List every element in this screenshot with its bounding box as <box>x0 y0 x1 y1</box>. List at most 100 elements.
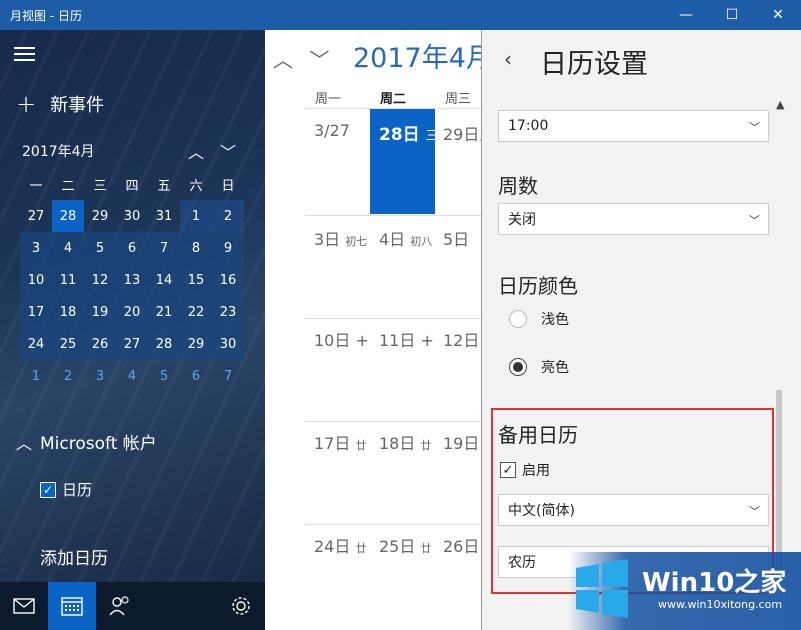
date-cell[interactable]: 24日 廿 <box>314 533 366 557</box>
mini-calendar-day[interactable]: 27 <box>20 200 52 232</box>
mini-calendar-day[interactable]: 27 <box>116 328 148 360</box>
week-numbers-select[interactable]: 关闭 ﹀ <box>498 203 769 235</box>
mini-calendar-day[interactable]: 31 <box>148 200 180 232</box>
people-icon[interactable] <box>96 582 144 630</box>
mini-calendar-day[interactable]: 25 <box>52 328 84 360</box>
mini-calendar-day[interactable]: 16 <box>212 264 244 296</box>
date-cell[interactable]: 17日 廿 <box>314 430 366 454</box>
mini-calendar-day[interactable]: 21 <box>148 296 180 328</box>
mini-calendar-week: 27 28 29 30 31 1 2 <box>20 200 244 232</box>
checkbox-checked-icon[interactable]: ✓ <box>40 481 56 498</box>
mini-calendar-day[interactable]: 7 <box>148 232 180 264</box>
mini-calendar-week: 1 2 3 4 5 6 7 <box>20 360 244 392</box>
mini-calendar-day[interactable]: 26 <box>84 328 116 360</box>
mini-calendar-day[interactable]: 4 <box>52 232 84 264</box>
chevron-down-icon[interactable]: ﹀ <box>309 48 329 72</box>
weekday-label: 一 <box>29 178 43 194</box>
maximize-button[interactable]: ☐ <box>709 0 755 30</box>
checkbox-checked-icon[interactable]: ✓ <box>500 462 516 478</box>
gear-icon[interactable] <box>217 582 265 630</box>
mini-calendar-day[interactable]: 13 <box>116 264 148 296</box>
chevron-down-icon[interactable]: ﹀ <box>220 139 236 163</box>
mini-calendar-day[interactable]: 2 <box>52 360 84 392</box>
date-cell[interactable]: 3日 初七 <box>314 226 367 250</box>
mini-calendar-day[interactable]: 20 <box>116 296 148 328</box>
color-bright-radio[interactable]: 亮色 <box>509 357 569 377</box>
date-cell[interactable]: 5日 <box>443 226 469 250</box>
mini-calendar-day[interactable]: 22 <box>180 296 212 328</box>
color-light-radio[interactable]: 浅色 <box>509 309 569 329</box>
mini-calendar-day[interactable]: 23 <box>212 296 244 328</box>
mini-calendar-day[interactable]: 3 <box>20 232 52 264</box>
week-numbers-label: 周数 <box>498 174 538 198</box>
mini-calendar-week: 3 4 5 6 7 8 9 <box>20 232 244 264</box>
hamburger-menu-icon[interactable] <box>14 47 35 65</box>
mini-calendar-day[interactable]: 9 <box>212 232 244 264</box>
radio-label: 浅色 <box>541 312 569 328</box>
date-cell[interactable]: 11日 + <box>379 327 434 351</box>
mini-calendar-month-title[interactable]: 2017年4月 <box>22 141 95 161</box>
back-arrow-icon[interactable]: ‹ <box>504 47 512 71</box>
mini-calendar-day[interactable]: 7 <box>212 360 244 392</box>
alternate-language-select[interactable]: 中文(简体) ﹀ <box>498 494 769 526</box>
calendar-checkbox-item[interactable]: ✓ 日历 <box>40 479 92 500</box>
mini-calendar-weekdays: 一 二 三 四 五 六 日 <box>20 168 244 200</box>
chevron-down-icon: ﹀ <box>749 214 760 227</box>
enable-checkbox-item[interactable]: ✓ 启用 <box>500 460 550 480</box>
calendar-icon[interactable] <box>48 582 96 630</box>
new-event-button[interactable]: + 新事件 <box>16 90 104 118</box>
mini-calendar-day[interactable]: 5 <box>84 232 116 264</box>
date-cell[interactable]: 4日 初八 <box>379 226 432 250</box>
add-calendar-link[interactable]: 添加日历 <box>40 544 108 569</box>
chevron-up-icon: ︿ <box>16 433 33 453</box>
scroll-up-arrow-icon[interactable]: ▲ <box>776 98 784 111</box>
mini-calendar-day[interactable]: 15 <box>180 264 212 296</box>
minimize-button[interactable]: — <box>663 0 709 30</box>
settings-title: 日历设置 <box>540 49 648 80</box>
date-cell[interactable]: 3/27 <box>314 121 350 140</box>
mini-calendar-day[interactable]: 5 <box>148 360 180 392</box>
date-cell[interactable]: 29日三 <box>443 121 481 145</box>
mini-calendar-day[interactable]: 19 <box>84 296 116 328</box>
account-group-toggle[interactable]: ︿ Microsoft 帐户 <box>16 429 157 455</box>
new-event-label: 新事件 <box>50 95 105 116</box>
mini-calendar-day[interactable]: 8 <box>180 232 212 264</box>
date-cell[interactable]: 25日 廿 <box>379 533 431 557</box>
weekday-label: 三 <box>93 178 107 194</box>
mini-calendar-day[interactable]: 6 <box>180 360 212 392</box>
weekday-label: 六 <box>189 178 203 194</box>
chevron-up-icon[interactable]: ︿ <box>188 139 204 163</box>
mini-calendar-day[interactable]: 11 <box>52 264 84 296</box>
mini-calendar-day[interactable]: 18 <box>52 296 84 328</box>
calendar-item-label: 日历 <box>62 481 93 499</box>
mini-calendar-day[interactable]: 29 <box>180 328 212 360</box>
mini-calendar-day[interactable]: 29 <box>84 200 116 232</box>
date-cell[interactable]: 19日 <box>443 430 479 454</box>
mini-calendar-day[interactable]: 28 <box>148 328 180 360</box>
mini-calendar-day[interactable]: 24 <box>20 328 52 360</box>
mini-calendar-day[interactable]: 14 <box>148 264 180 296</box>
mini-calendar-day[interactable]: 1 <box>20 360 52 392</box>
mini-calendar-day-today[interactable]: 28 <box>52 200 84 232</box>
watermark: Win10之家 www.win10xitong.com <box>568 552 801 630</box>
mini-calendar-day[interactable]: 30 <box>212 328 244 360</box>
mini-calendar-day[interactable]: 3 <box>84 360 116 392</box>
mini-calendar-day[interactable]: 12 <box>84 264 116 296</box>
mini-calendar-day[interactable]: 2 <box>212 200 244 232</box>
chevron-up-icon[interactable]: ︿ <box>273 48 293 72</box>
month-title[interactable]: 2017年4月 <box>353 36 481 75</box>
mini-calendar-day[interactable]: 10 <box>20 264 52 296</box>
mini-calendar-day[interactable]: 30 <box>116 200 148 232</box>
date-cell[interactable]: 12日 <box>443 327 479 351</box>
mini-calendar-day[interactable]: 17 <box>20 296 52 328</box>
mini-calendar-day[interactable]: 4 <box>116 360 148 392</box>
mini-calendar-day[interactable]: 1 <box>180 200 212 232</box>
close-button[interactable]: ✕ <box>755 0 801 30</box>
window-title: 月视图 - 日历 <box>10 8 82 23</box>
date-cell[interactable]: 18日 廿 <box>379 430 431 454</box>
working-hours-end-select[interactable]: 17:00 ﹀ <box>498 110 769 142</box>
mini-calendar-day[interactable]: 6 <box>116 232 148 264</box>
mail-icon[interactable] <box>0 582 48 630</box>
date-cell[interactable]: 26日 <box>443 533 479 557</box>
date-cell[interactable]: 10日 + <box>314 327 369 351</box>
